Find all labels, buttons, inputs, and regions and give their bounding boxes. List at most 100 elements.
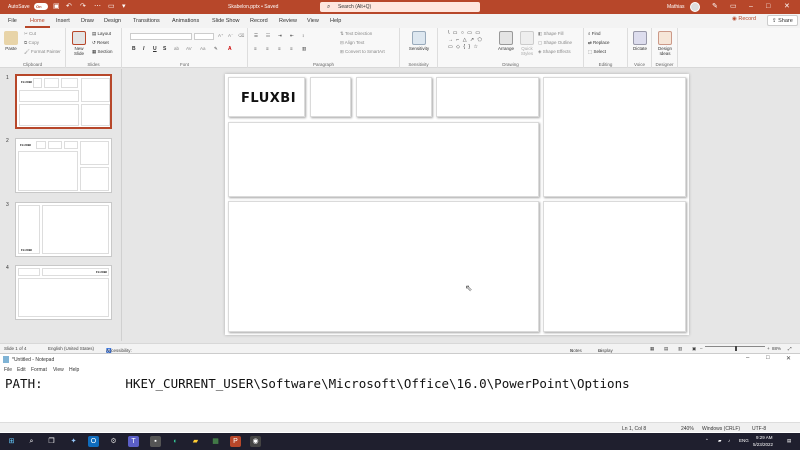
underline-button[interactable]: U: [153, 46, 157, 52]
search-taskbar-icon[interactable]: ⌕: [26, 436, 37, 447]
settings-icon[interactable]: ⚙: [108, 436, 119, 447]
widgets-icon[interactable]: ✦: [68, 436, 79, 447]
select-button[interactable]: ⬚ Select: [588, 49, 606, 55]
tab-review[interactable]: Review: [279, 18, 297, 24]
zoom-slider-thumb[interactable]: [735, 346, 737, 351]
clear-format-icon[interactable]: ⌫: [238, 33, 244, 39]
content-panel[interactable]: [228, 201, 539, 332]
edge-icon[interactable]: ◐: [170, 436, 181, 447]
shape-effects-button[interactable]: ◈ Shape Effects: [538, 49, 571, 55]
qat-more-icon[interactable]: ⋯: [94, 3, 101, 10]
slideshow-view-icon[interactable]: ▣: [692, 346, 696, 352]
minimize-icon[interactable]: –: [749, 3, 753, 10]
slide-thumbnail-4[interactable]: FLUXBI: [15, 265, 112, 320]
tab-view[interactable]: View: [307, 18, 319, 24]
format-painter-button[interactable]: 🖌 Format Painter: [24, 49, 61, 55]
line-spacing-icon[interactable]: ↕: [302, 33, 304, 38]
slide-thumbnail-2[interactable]: FLUXBI: [15, 138, 112, 193]
copy-button[interactable]: ⧉ Copy: [24, 40, 39, 45]
content-panel[interactable]: [543, 201, 686, 332]
clock-time[interactable]: 9:29 AM: [756, 435, 773, 440]
text-shadow-icon[interactable]: ab: [174, 46, 179, 51]
current-slide[interactable]: FLUXBI: [225, 74, 689, 335]
close-icon[interactable]: ✕: [784, 3, 790, 10]
language[interactable]: English (United States): [48, 346, 94, 351]
shapes-gallery[interactable]: \ ▭ ○ ▭ ▭ → ⌐ △ ↗ ⬠ ▭ ◇ { } ☆: [448, 30, 490, 60]
reading-view-icon[interactable]: ▥: [678, 346, 682, 352]
shape-fill-button[interactable]: ◧ Shape Fill: [538, 31, 564, 37]
slide-thumbnail-pane[interactable]: 1 FLUXBI 2 FLUXBI 3 FLUXBI 4 FLUXBI: [0, 69, 122, 341]
customize-qat-icon[interactable]: ▾: [122, 3, 126, 10]
notepad-text-area[interactable]: PATH: HKEY_CURRENT_USER\Software\Microso…: [5, 376, 630, 391]
ribbon-display-icon[interactable]: ▭: [730, 3, 737, 10]
columns-icon[interactable]: ▥: [302, 46, 306, 52]
maximize-icon[interactable]: □: [766, 3, 770, 10]
font-color-button[interactable]: A: [228, 46, 232, 52]
obs-icon[interactable]: ◉: [250, 436, 261, 447]
notepad-menu-help[interactable]: Help: [69, 367, 79, 373]
decrease-font-icon[interactable]: A⁻: [228, 33, 233, 39]
content-panel[interactable]: [310, 77, 351, 117]
record-button[interactable]: ◉ Record: [732, 16, 756, 22]
tab-design[interactable]: Design: [104, 18, 121, 24]
justify-icon[interactable]: ≡: [290, 46, 293, 51]
numbering-icon[interactable]: ☷: [266, 33, 270, 39]
arrange-button[interactable]: Arrange: [496, 31, 516, 51]
paste-button[interactable]: Paste: [4, 31, 18, 51]
design-ideas-button[interactable]: Design Ideas: [654, 31, 676, 56]
slide-thumbnail-1[interactable]: FLUXBI: [15, 74, 112, 129]
reset-button[interactable]: ↺ Reset: [92, 40, 109, 46]
zoom-in-icon[interactable]: +: [767, 346, 770, 351]
slide-thumbnail-3[interactable]: FLUXBI: [15, 202, 112, 257]
section-button[interactable]: ▦ Section: [92, 49, 113, 55]
content-panel[interactable]: [228, 122, 539, 197]
replace-button[interactable]: ⇄ Replace: [588, 40, 610, 46]
cut-button[interactable]: ✂ Cut: [24, 31, 36, 37]
slideshow-icon[interactable]: ▭: [108, 3, 115, 10]
save-icon[interactable]: ▣: [53, 3, 60, 10]
task-view-icon[interactable]: ❐: [46, 436, 57, 447]
content-panel[interactable]: [543, 77, 686, 197]
tab-insert[interactable]: Insert: [56, 18, 70, 24]
notepad-close-icon[interactable]: ✕: [786, 355, 791, 362]
user-name[interactable]: Mathias: [667, 4, 685, 10]
normal-view-icon[interactable]: ▦: [650, 346, 654, 352]
start-icon[interactable]: ⊞: [6, 436, 17, 447]
excel-icon[interactable]: ▦: [210, 436, 221, 447]
tab-file[interactable]: File: [8, 18, 17, 24]
align-center-icon[interactable]: ≡: [266, 46, 269, 51]
avatar[interactable]: [690, 2, 700, 12]
bold-button[interactable]: B: [132, 46, 136, 52]
new-slide-button[interactable]: New Slide: [70, 31, 88, 56]
tab-animations[interactable]: Animations: [172, 18, 199, 24]
align-text-button[interactable]: ⊟ Align Text: [340, 40, 364, 46]
slide-sorter-icon[interactable]: ▤: [664, 346, 668, 352]
zoom-out-icon[interactable]: –: [700, 346, 703, 351]
align-left-icon[interactable]: ≡: [254, 46, 257, 51]
bullets-icon[interactable]: ☰: [254, 33, 258, 39]
outlook-icon[interactable]: O: [88, 436, 99, 447]
volume-icon[interactable]: ♪: [728, 438, 730, 443]
powerpoint-icon[interactable]: P: [230, 436, 241, 447]
sensitivity-button[interactable]: Sensitivity: [405, 31, 433, 51]
dictate-button[interactable]: Dictate: [630, 31, 650, 51]
document-title[interactable]: Skabelon.pptx • Saved: [228, 4, 278, 10]
autosave-toggle[interactable]: On: [34, 3, 48, 10]
content-panel[interactable]: [356, 77, 432, 117]
clock-date[interactable]: 5/23/2022: [753, 442, 773, 447]
tab-transitions[interactable]: Transitions: [133, 18, 160, 24]
notepad-minimize-icon[interactable]: –: [746, 355, 749, 361]
font-size-field[interactable]: [194, 33, 214, 40]
tab-record[interactable]: Record: [250, 18, 268, 24]
tab-home[interactable]: Home: [25, 16, 50, 28]
notepad-menu-format[interactable]: Format: [31, 367, 47, 373]
strikethrough-button[interactable]: S: [163, 46, 166, 52]
network-icon[interactable]: ▰: [718, 438, 721, 444]
tray-chevron-icon[interactable]: ⌃: [705, 438, 709, 444]
quick-styles-button[interactable]: Quick Styles: [518, 31, 536, 56]
undo-icon[interactable]: ↶: [66, 3, 72, 10]
input-language[interactable]: ENG: [739, 438, 749, 443]
notifications-icon[interactable]: ▤: [787, 438, 791, 444]
find-button[interactable]: ⌕ Find: [588, 31, 601, 36]
notepad-menu-file[interactable]: File: [4, 367, 12, 373]
